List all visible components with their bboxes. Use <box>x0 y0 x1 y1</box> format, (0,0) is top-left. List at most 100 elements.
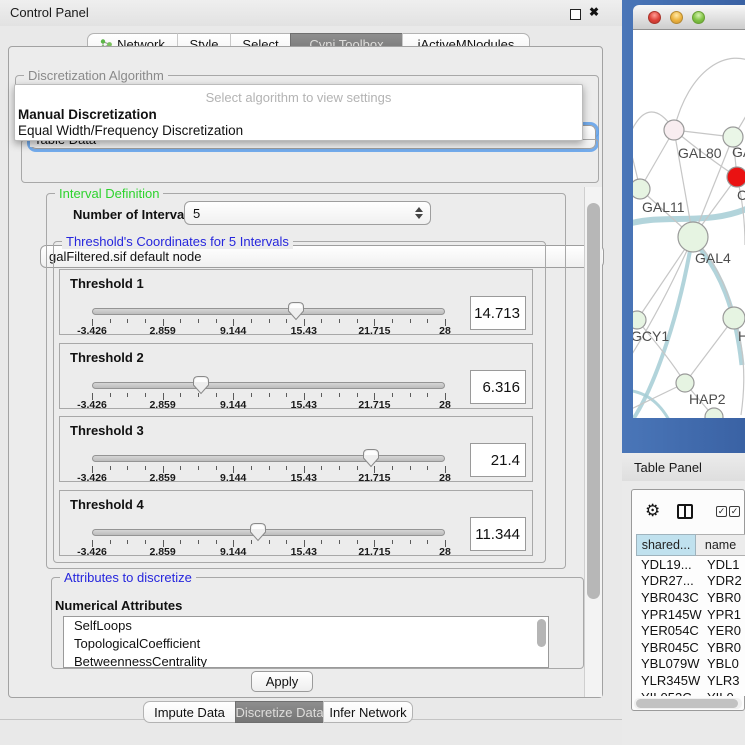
network-node[interactable] <box>633 179 650 199</box>
slider-thumb[interactable] <box>192 375 210 395</box>
node-label: GA <box>732 144 745 160</box>
tick-mark <box>286 540 287 544</box>
gear-icon[interactable]: ⚙ <box>645 502 660 519</box>
checkbox-icon[interactable]: ✓ <box>716 506 727 517</box>
table-row[interactable]: YDL19...YDL1 <box>636 556 745 573</box>
tick-label: 15.43 <box>291 325 317 337</box>
tab-label: Discretize Data <box>235 705 323 720</box>
tick-label: 21.715 <box>358 546 390 558</box>
slider-thumb[interactable] <box>249 522 267 542</box>
node-label: GCY1 <box>633 328 669 344</box>
panel-vertical-scrollbar[interactable] <box>584 187 602 697</box>
network-node[interactable] <box>723 307 745 329</box>
threshold-label: Threshold 4 <box>70 497 144 512</box>
popup-item-manual-discretization[interactable]: Manual Discretization <box>18 107 157 122</box>
apply-button[interactable]: Apply <box>251 671 313 692</box>
tick-mark <box>180 466 181 470</box>
tick-mark <box>198 466 199 470</box>
network-canvas[interactable]: GAL80GACGAL11GAL4GCY1HHAP2 <box>633 30 745 418</box>
tab-impute-data[interactable]: Impute Data <box>143 701 235 723</box>
tab-discretize-data[interactable]: Discretize Data <box>235 701 323 723</box>
tick-mark <box>145 466 146 470</box>
tick-label: 9.144 <box>220 399 246 411</box>
tick-mark <box>180 319 181 323</box>
network-node[interactable] <box>678 222 708 252</box>
node-label: GAL80 <box>678 145 722 161</box>
cell-shared-name: YBR045C <box>636 640 702 655</box>
column-view-icon[interactable] <box>677 504 693 519</box>
threshold-panel: Threshold 2-3.4262.8599.14415.4321.71528… <box>59 343 533 409</box>
tick-mark <box>410 393 411 397</box>
popup-item-equal-width-frequency[interactable]: Equal Width/Frequency Discretization <box>18 123 243 138</box>
minimize-traffic-light-icon[interactable] <box>670 11 683 24</box>
slider-thumb[interactable] <box>287 301 305 321</box>
table-row[interactable]: YBR045CYBR0 <box>636 639 745 656</box>
tick-mark <box>110 466 111 470</box>
slider-thumb[interactable] <box>362 448 380 468</box>
threshold-label: Threshold 1 <box>70 276 144 291</box>
table-row[interactable]: YIL052CYIL0 <box>636 689 745 696</box>
tick-mark <box>216 393 217 397</box>
float-window-icon[interactable] <box>570 9 581 20</box>
column-header-name[interactable]: name <box>696 534 745 556</box>
threshold-panel: Threshold 1-3.4262.8599.14415.4321.71528… <box>59 269 533 335</box>
tick-mark <box>110 540 111 544</box>
cell-name: YER0 <box>702 623 745 638</box>
numerical-attributes-label: Numerical Attributes <box>55 598 182 613</box>
tick-mark <box>127 540 128 544</box>
cell-name: YIL0 <box>702 690 745 696</box>
table-row[interactable]: YPR145WYPR1 <box>636 606 745 623</box>
edge[interactable] <box>674 58 745 130</box>
scrollbar-thumb[interactable] <box>636 699 738 708</box>
table-horizontal-scrollbar[interactable] <box>634 698 742 709</box>
number-of-intervals-combo[interactable]: 5 <box>184 201 431 225</box>
threshold-label: Threshold 2 <box>70 350 144 365</box>
list-item[interactable]: BetweennessCentrality <box>64 653 548 668</box>
table-row[interactable]: YBR043CYBR0 <box>636 589 745 606</box>
checkbox-icon[interactable]: ✓ <box>729 506 740 517</box>
tick-mark <box>427 393 428 397</box>
network-node[interactable] <box>633 311 646 329</box>
zoom-traffic-light-icon[interactable] <box>692 11 705 24</box>
edge[interactable] <box>633 237 693 365</box>
table-row[interactable]: YER054CYER0 <box>636 622 745 639</box>
close-icon[interactable]: ✖ <box>589 5 599 19</box>
tick-label: 15.43 <box>291 546 317 558</box>
tick-mark <box>145 540 146 544</box>
tab-label: Infer Network <box>329 705 406 720</box>
close-traffic-light-icon[interactable] <box>648 11 661 24</box>
cell-shared-name: YBR043C <box>636 590 702 605</box>
tick-mark <box>357 319 358 323</box>
column-header-shared-name[interactable]: shared... <box>636 534 696 556</box>
slider-track[interactable] <box>92 382 445 389</box>
list-item[interactable]: TopologicalCoefficient <box>64 635 548 653</box>
table-row[interactable]: YDR27...YDR2 <box>636 573 745 590</box>
numerical-attributes-list[interactable]: SelfLoopsTopologicalCoefficientBetweenne… <box>63 616 549 668</box>
threshold-panel: Threshold 3-3.4262.8599.14415.4321.71528… <box>59 416 533 482</box>
tick-mark <box>392 393 393 397</box>
threshold-label: Threshold 3 <box>70 423 144 438</box>
network-node[interactable] <box>676 374 694 392</box>
tick-mark <box>269 319 270 323</box>
tick-mark <box>339 466 340 470</box>
stepper-arrows-icon <box>415 207 423 219</box>
table-panel-titlebar: Table Panel <box>622 453 745 481</box>
tick-label: 2.859 <box>149 472 175 484</box>
tick-mark <box>198 540 199 544</box>
slider-track[interactable] <box>92 529 445 536</box>
tick-mark <box>216 540 217 544</box>
tick-mark <box>180 393 181 397</box>
tick-label: 15.43 <box>291 399 317 411</box>
slider-track[interactable] <box>92 455 445 462</box>
edge[interactable] <box>685 318 734 383</box>
list-item[interactable]: SelfLoops <box>64 617 548 635</box>
tab-infer-network[interactable]: Infer Network <box>323 701 413 723</box>
list-scrollbar[interactable] <box>537 619 546 647</box>
network-node[interactable] <box>664 120 684 140</box>
network-window-titlebar[interactable] <box>633 5 745 30</box>
table-row[interactable]: YBL079WYBL0 <box>636 656 745 673</box>
table-row[interactable]: YLR345WYLR3 <box>636 672 745 689</box>
scrollbar-thumb[interactable] <box>587 203 600 599</box>
network-node[interactable] <box>727 167 745 187</box>
slider-track[interactable] <box>92 308 445 315</box>
